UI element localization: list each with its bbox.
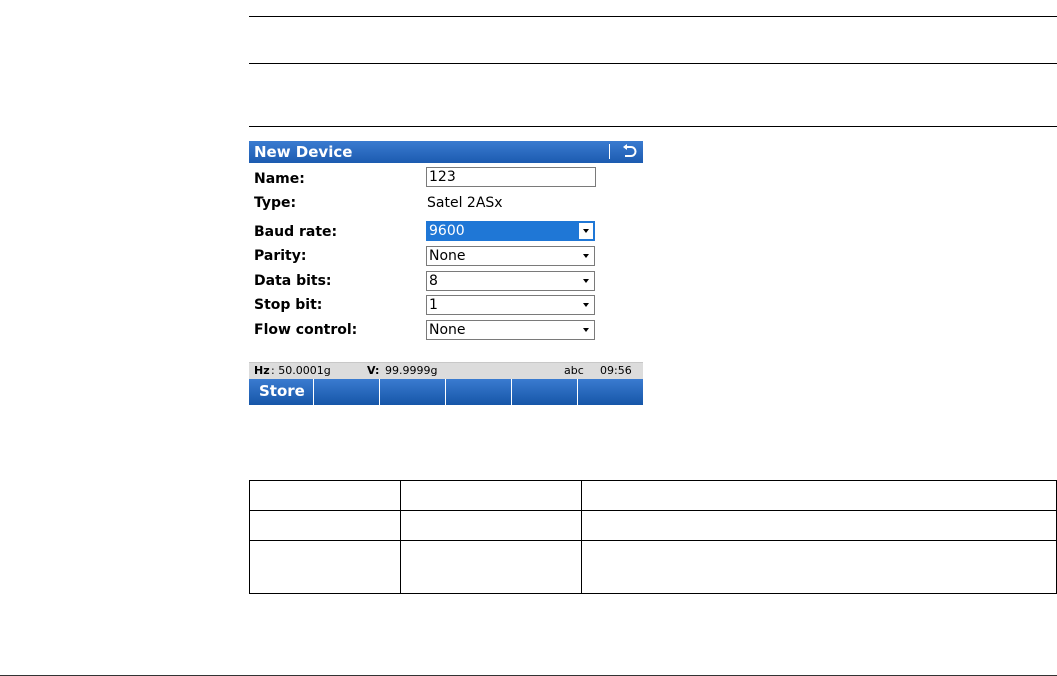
softkey-f5[interactable]	[513, 379, 578, 405]
hz-label: Hz	[254, 364, 270, 377]
softkey-f6[interactable]	[579, 379, 644, 405]
title-bar: New Device	[249, 141, 643, 163]
data-bits-select[interactable]: 8	[426, 271, 595, 291]
table-cell	[249, 480, 401, 511]
flow-control-label: Flow control:	[254, 322, 358, 338]
softkey-f4[interactable]	[447, 379, 512, 405]
table-cell	[249, 510, 401, 541]
parity-select[interactable]: None	[426, 246, 595, 266]
flow-control-select[interactable]: None	[426, 320, 595, 340]
chevron-down-icon[interactable]	[579, 273, 593, 289]
table-cell	[400, 540, 582, 594]
back-arrow-icon[interactable]	[619, 142, 639, 162]
data-bits-label: Data bits:	[254, 273, 332, 289]
top-rule	[249, 16, 1057, 17]
table-row	[249, 540, 1057, 594]
parity-value: None	[429, 248, 466, 264]
chevron-down-icon[interactable]	[579, 248, 593, 264]
baud-rate-select[interactable]: 9600	[426, 221, 595, 241]
data-bits-value: 8	[429, 273, 438, 289]
v-label: V:	[367, 364, 380, 377]
softkey-bar: Store	[249, 379, 643, 405]
type-value: Satel 2ASx	[427, 195, 503, 211]
parity-label: Parity:	[254, 248, 307, 264]
input-mode: abc	[564, 364, 584, 377]
status-bar: Hz : 50.0001g V: 99.9999g abc 09:56	[249, 362, 643, 379]
name-input[interactable]: 123	[426, 167, 596, 187]
chevron-down-icon[interactable]	[579, 297, 593, 313]
chevron-down-icon[interactable]	[579, 223, 593, 239]
table-cell	[581, 540, 1057, 594]
dialog-title: New Device	[254, 143, 353, 161]
table-cell	[581, 480, 1057, 511]
softkey-store[interactable]: Store	[249, 379, 314, 405]
type-label: Type:	[254, 195, 297, 211]
table-cell	[400, 510, 582, 541]
table-row	[249, 510, 1057, 541]
new-device-dialog: New Device Name: 123 Type: Satel 2ASx Ba…	[249, 141, 643, 405]
stop-bit-label: Stop bit:	[254, 297, 323, 313]
table-cell	[249, 540, 401, 594]
name-input-value: 123	[429, 169, 456, 185]
softkey-f3[interactable]	[381, 379, 446, 405]
chevron-down-icon[interactable]	[579, 322, 593, 338]
hz-value: : 50.0001g	[271, 364, 331, 377]
section-rule	[249, 126, 1057, 127]
flow-control-value: None	[429, 322, 466, 338]
softkey-f2[interactable]	[315, 379, 380, 405]
title-separator	[609, 144, 610, 159]
v-value: 99.9999g	[385, 364, 438, 377]
table-cell	[400, 480, 582, 511]
baud-rate-label: Baud rate:	[254, 224, 338, 240]
name-label: Name:	[254, 171, 305, 187]
table-header-row	[249, 480, 1057, 511]
stop-bit-select[interactable]: 1	[426, 295, 595, 315]
description-table	[249, 480, 1057, 594]
clock: 09:56	[600, 364, 632, 377]
header-rule	[249, 63, 1057, 64]
baud-rate-value: 9600	[429, 223, 465, 239]
table-cell	[581, 510, 1057, 541]
stop-bit-value: 1	[429, 297, 438, 313]
